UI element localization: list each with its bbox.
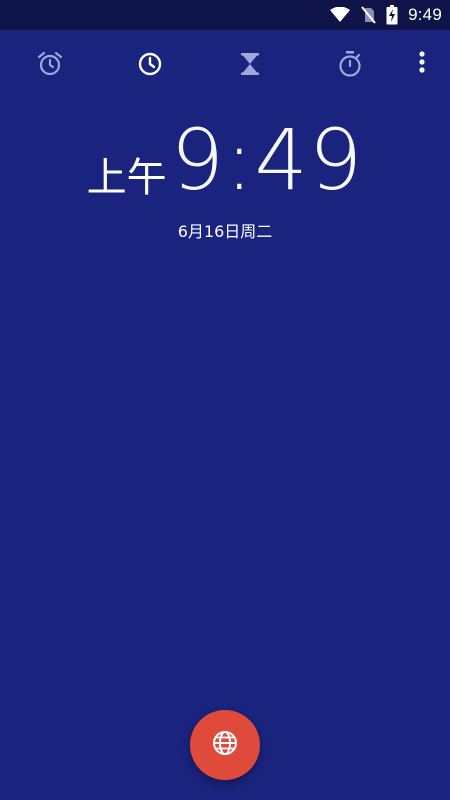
status-time: 9:49 [408,5,442,24]
hourglass-icon [236,50,264,78]
clock-icon [136,50,164,78]
overflow-menu-button[interactable] [410,48,434,80]
status-icons: 9:49 [330,0,442,30]
digital-clock: 上午 9:49 [0,118,450,202]
more-vert-icon [418,50,426,78]
tab-alarm[interactable] [34,48,66,80]
tab-bar [0,38,450,94]
alarm-icon [36,50,64,78]
globe-icon [212,730,238,760]
clock-screen: 9:49 上午 9:49 6月16日周二 [0,0,450,800]
tab-stopwatch[interactable] [334,48,366,80]
status-bar: 9:49 [0,0,450,30]
tab-clock[interactable] [134,48,166,80]
stopwatch-icon [336,50,364,78]
clock-time: 9:49 [170,111,364,209]
battery-charging-icon [386,5,398,25]
wifi-icon [330,7,351,23]
clock-date: 6月16日周二 [177,222,273,241]
tab-timer[interactable] [234,48,266,80]
world-clock-button[interactable] [190,710,260,780]
no-sim-icon [360,6,376,24]
am-pm-label: 上午 [86,155,167,201]
